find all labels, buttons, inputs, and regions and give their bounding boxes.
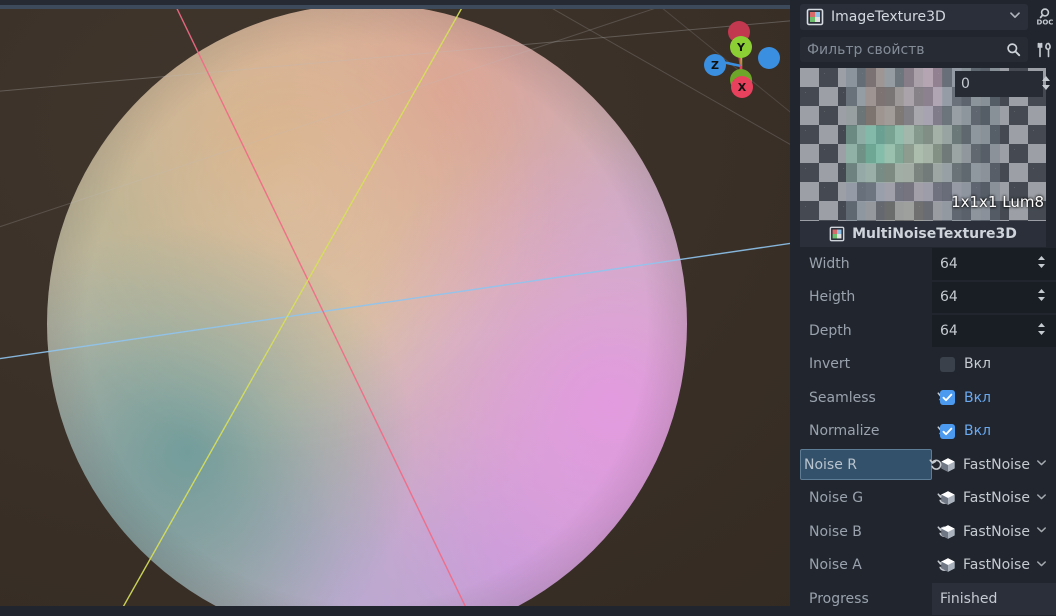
texture-layer-spinbox[interactable]: 0	[955, 71, 1043, 97]
texture-preview[interactable]: 0 1x1x1 Lum8	[800, 68, 1046, 221]
updown-arrows-icon[interactable]	[1035, 321, 1048, 341]
property-value-normalize: Вкл	[964, 423, 992, 440]
property-label-seamless: Seamless	[809, 389, 876, 406]
property-label-heigth: Heigth	[809, 289, 856, 306]
property-value-heigth: 64	[940, 289, 958, 306]
checkbox-seamless[interactable]	[940, 390, 955, 406]
gizmo-axis-z[interactable]: Z	[704, 54, 726, 76]
property-field-progress[interactable]: Finished	[932, 583, 1056, 615]
texture-layer-value: 0	[961, 76, 970, 92]
property-label-noise-a: Noise A	[809, 557, 862, 574]
property-row-invert[interactable]: Invert Вкл	[795, 348, 1056, 382]
resource-type-selector[interactable]: ImageTexture3D	[800, 4, 1028, 30]
property-label-noise-r: Noise R	[804, 456, 858, 473]
chevron-down-icon[interactable]	[1035, 490, 1048, 507]
property-field-depth[interactable]: 64	[932, 315, 1056, 347]
texture-resource-name: MultiNoiseTexture3D	[852, 226, 1017, 242]
gizmo-axis-y[interactable]: Y	[730, 36, 752, 58]
viewport-axis-gizmo[interactable]: Y Z X	[695, 14, 785, 100]
chevron-down-icon[interactable]	[1035, 523, 1048, 540]
property-label-invert: Invert	[809, 356, 851, 373]
resource-cube-icon	[940, 524, 956, 540]
property-label-noise-b: Noise B	[809, 523, 862, 540]
property-field-noise-b[interactable]: FastNoise	[932, 516, 1056, 548]
property-value-seamless: Вкл	[964, 389, 992, 406]
property-list: Width 64 Heigth 64 Depth 64 Invert Вкл Seamless В…	[795, 247, 1056, 615]
gizmo-axis-z-label: Z	[711, 58, 719, 72]
property-field-noise-a[interactable]: FastNoise	[932, 550, 1056, 582]
viewport-axis-lines	[0, 0, 790, 606]
updown-arrows-icon[interactable]	[1040, 73, 1052, 93]
property-value-noise-b: FastNoise	[963, 523, 1030, 540]
inspector-tools-button[interactable]	[1032, 37, 1056, 63]
property-row-normalize[interactable]: Normalize Вкл	[795, 415, 1056, 449]
property-value-noise-a: FastNoise	[963, 557, 1030, 574]
updown-arrows-icon[interactable]	[1035, 287, 1048, 307]
property-value-noise-r: FastNoise	[963, 456, 1030, 473]
resource-cube-icon	[940, 490, 956, 506]
property-field-width[interactable]: 64	[932, 248, 1056, 280]
search-icon	[1006, 42, 1021, 57]
resource-cube-icon	[940, 557, 956, 573]
property-label-progress: Progress	[809, 590, 869, 607]
property-label-normalize: Normalize	[809, 423, 880, 440]
updown-arrows-icon[interactable]	[1035, 254, 1048, 274]
property-row-progress[interactable]: Progress Finished	[795, 582, 1056, 616]
property-row-depth[interactable]: Depth 64	[795, 314, 1056, 348]
property-field-noise-g[interactable]: FastNoise	[932, 483, 1056, 515]
texture3d-icon	[829, 226, 845, 242]
property-label-width: Width	[809, 255, 850, 272]
property-row-noise-b[interactable]: Noise B FastNoise	[795, 515, 1056, 549]
chevron-down-icon[interactable]	[1035, 557, 1048, 574]
property-field-seamless[interactable]: Вкл	[932, 382, 1056, 414]
texture3d-icon	[806, 8, 824, 26]
property-label-depth: Depth	[809, 322, 852, 339]
property-field-noise-r[interactable]: FastNoise	[932, 449, 1056, 481]
property-field-normalize[interactable]: Вкл	[932, 416, 1056, 448]
gizmo-axis-x-label: X	[737, 80, 747, 94]
property-value-invert: Вкл	[964, 356, 992, 373]
property-label-noise-g: Noise G	[809, 490, 864, 507]
svg-text:DOC: DOC	[1037, 19, 1054, 27]
chevron-down-icon[interactable]	[1035, 456, 1048, 473]
gizmo-axis-y-label: Y	[737, 40, 745, 54]
property-filter-input[interactable]: Фильтр свойств	[800, 37, 1028, 62]
checkbox-invert[interactable]	[940, 356, 955, 372]
gizmo-neg-z-handle[interactable]	[758, 47, 780, 69]
property-row-noise-r[interactable]: Noise R FastNoise	[795, 448, 1056, 482]
property-row-seamless[interactable]: Seamless Вкл	[795, 381, 1056, 415]
3d-viewport[interactable]: Y Z X	[0, 0, 790, 606]
texture-resource-caption: MultiNoiseTexture3D	[800, 221, 1046, 247]
property-field-invert[interactable]: Вкл	[932, 349, 1056, 381]
property-filter-placeholder: Фильтр свойств	[807, 41, 925, 58]
checkbox-normalize[interactable]	[940, 423, 955, 439]
property-row-noise-a[interactable]: Noise A FastNoise	[795, 549, 1056, 583]
property-field-heigth[interactable]: 64	[932, 281, 1056, 313]
property-value-progress: Finished	[940, 590, 998, 607]
godot-editor-window: Y Z X ImageTexture3D Фильтр свойств 0 1x…	[0, 0, 1056, 615]
revert-icon[interactable]	[927, 457, 945, 472]
property-row-heigth[interactable]: Heigth 64	[795, 281, 1056, 315]
property-value-width: 64	[940, 255, 958, 272]
resource-type-label: ImageTexture3D	[831, 9, 946, 25]
inspector-panel: ImageTexture3D Фильтр свойств 0 1x1x1 Lu…	[795, 0, 1056, 615]
open-documentation-button[interactable]: DOC	[1032, 4, 1056, 30]
property-value-depth: 64	[940, 322, 958, 339]
property-row-width[interactable]: Width 64	[795, 247, 1056, 281]
viewport-focus-outline	[0, 5, 790, 9]
chevron-down-icon[interactable]	[1008, 8, 1022, 26]
property-row-noise-g[interactable]: Noise G FastNoise	[795, 482, 1056, 516]
property-value-noise-g: FastNoise	[963, 490, 1030, 507]
texture-size-label: 1x1x1 Lum8	[951, 193, 1044, 211]
gizmo-axis-x[interactable]: X	[731, 76, 753, 98]
